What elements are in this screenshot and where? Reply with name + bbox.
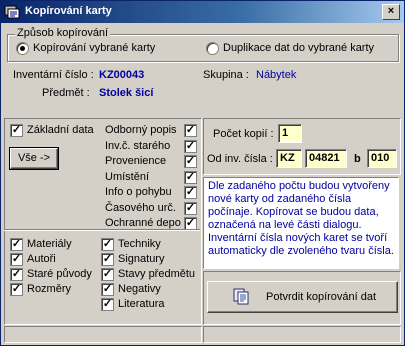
select-all-button[interactable]: Vše -> [10, 148, 58, 169]
section-label[interactable]: Umístění [105, 171, 149, 183]
section-checkbox[interactable]: ✓ [101, 283, 114, 296]
section-checkbox[interactable]: ✓ [184, 186, 197, 199]
window-title: Kopírování karty [25, 5, 112, 17]
radio-duplicate[interactable] [206, 42, 219, 55]
number-b-label: b [354, 153, 361, 165]
status-bar-left [4, 326, 202, 343]
radio-copy-selected[interactable] [16, 42, 29, 55]
section-label[interactable]: Signatury [118, 253, 164, 265]
section-checkbox[interactable]: ✓ [184, 201, 197, 215]
title-bar[interactable]: Kopírování karty × [1, 1, 404, 23]
status-bar-right [203, 326, 401, 343]
section-label[interactable]: Rozměry [27, 283, 71, 295]
select-all-label: Vše -> [17, 152, 51, 164]
section-checkbox[interactable]: ✓ [184, 139, 197, 153]
section-checkbox[interactable]: ✓ [101, 253, 114, 266]
section-checkbox[interactable]: ✓ [10, 253, 23, 266]
inventory-number-label: Inventární číslo : [13, 69, 94, 81]
section-label[interactable]: Materiály [27, 238, 72, 250]
copy-count-input[interactable]: 1 [278, 124, 302, 143]
section-label[interactable]: Inv.č. starého [105, 140, 170, 152]
number-prefix-input[interactable]: KZ [276, 149, 302, 168]
section-label[interactable]: Ochranné depo [105, 217, 181, 229]
group-label: Skupina : [203, 69, 249, 81]
section-checkbox[interactable]: ✓ [101, 298, 114, 311]
from-number-label: Od inv. čísla : [207, 153, 273, 165]
close-button[interactable]: × [382, 4, 400, 20]
section-checkbox[interactable]: ✓ [101, 238, 114, 251]
section-label[interactable]: Staré původy [27, 268, 92, 280]
section-label[interactable]: Info o pohybu [105, 186, 172, 198]
basic-data-label[interactable]: Základní data [27, 124, 94, 136]
group-value: Nábytek [256, 69, 297, 81]
section-label[interactable]: Techniky [118, 238, 161, 250]
copy-count-label: Počet kopií : [213, 128, 274, 140]
section-label[interactable]: Autoři [27, 253, 56, 265]
section-checkbox[interactable]: ✓ [10, 283, 23, 296]
subject-label: Předmět : [42, 87, 90, 99]
subject-value: Stolek šicí [99, 87, 154, 99]
section-checkbox[interactable]: ✓ [101, 268, 114, 281]
section-label[interactable]: Stavy předmětu [118, 268, 195, 280]
section-checkbox[interactable]: ✓ [10, 238, 23, 251]
radio-duplicate-label[interactable]: Duplikace dat do vybrané karty [223, 42, 374, 54]
section-checkbox[interactable]: ✓ [184, 124, 197, 137]
section-checkbox[interactable]: ✓ [184, 170, 197, 184]
section-checkbox[interactable]: ✓ [10, 268, 23, 281]
confirm-copy-button[interactable]: Potvrdit kopírování dat [207, 281, 398, 313]
section-label[interactable]: Literatura [118, 298, 164, 310]
section-label[interactable]: Časového urč. [105, 202, 176, 214]
number-suffix-input[interactable]: 010 [367, 149, 397, 168]
info-text: Dle zadaného počtu budou vytvořeny nové … [203, 177, 399, 269]
radio-copy-label[interactable]: Kopírování vybrané karty [33, 42, 155, 54]
confirm-copy-label: Potvrdit kopírování dat [266, 291, 377, 303]
app-card-icon [4, 5, 20, 19]
number-main-input[interactable]: 04821 [305, 149, 347, 168]
checkbox-basic-data[interactable]: ✓ [10, 124, 23, 137]
divider [4, 229, 200, 230]
section-label[interactable]: Negativy [118, 283, 161, 295]
section-checkbox[interactable]: ✓ [184, 155, 197, 168]
dialog-window: Kopírování karty × Způsob kopírování Kop… [0, 0, 405, 346]
section-label[interactable]: Odborný popis [105, 124, 177, 136]
inventory-number-value: KZ00043 [99, 69, 145, 81]
copy-mode-legend: Způsob kopírování [15, 27, 111, 39]
section-label[interactable]: Provenience [105, 155, 166, 167]
documents-icon [233, 288, 249, 305]
